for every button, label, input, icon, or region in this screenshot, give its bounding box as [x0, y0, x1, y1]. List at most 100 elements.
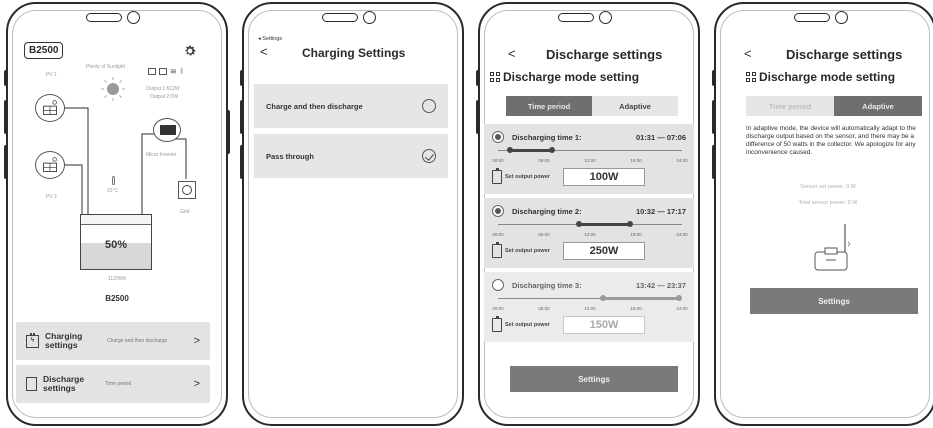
output-power-field[interactable]: 100W	[563, 168, 645, 186]
slider-start-handle[interactable]	[600, 295, 607, 301]
time-range-slider[interactable]	[498, 147, 682, 153]
settings-button[interactable]: Settings	[510, 366, 678, 392]
slot-start: 01:31	[635, 132, 656, 142]
tick-label: 18:00	[630, 158, 642, 163]
back-button[interactable]: <	[744, 46, 752, 61]
slider-range	[509, 149, 553, 152]
option-label: Charge and then discharge	[266, 101, 363, 111]
tick-label: 12:00	[584, 232, 596, 237]
tick-label: 24:00	[676, 306, 688, 311]
camera-icon	[835, 11, 848, 24]
discharge-slot-1[interactable]: Discharging time 1: 01:31 — 07:06 00:00 06:…	[484, 124, 694, 194]
discharge-slot-3[interactable]: Discharging time 3: 13:42 — 23:37 00:00 06:…	[484, 272, 694, 342]
back-button[interactable]: <	[508, 46, 516, 61]
page-title: Charging Settings	[302, 46, 406, 60]
tick-label: 06:00	[538, 158, 550, 163]
slot-radio-icon[interactable]	[492, 205, 504, 217]
set-output-power-label: Set output power	[505, 174, 550, 180]
page-title: Discharge settings	[786, 47, 903, 62]
slot-start: 13:42	[635, 280, 656, 290]
time-range-slider[interactable]	[498, 221, 682, 227]
slider-ticks: 00:00 06:00 12:00 18:00 24:00	[492, 306, 688, 314]
battery-unit[interactable]: 50%	[80, 214, 152, 270]
slider-end-handle[interactable]	[676, 295, 683, 301]
tick-label: 00:00	[492, 306, 504, 311]
slider-start-handle[interactable]	[506, 147, 513, 153]
charging-settings-label: Charging settings	[45, 330, 83, 350]
sensor-set-power: Sensor set power: 0 W	[800, 184, 856, 190]
phone-frame-discharge-adaptive: < Discharge settings Discharge mode sett…	[714, 2, 933, 426]
tick-label: 12:00	[584, 158, 596, 163]
discharge-settings-row[interactable]: Discharge settings Time period >	[16, 365, 210, 403]
battery-output-icon	[492, 316, 502, 332]
grid-icon[interactable]	[178, 181, 196, 199]
slider-end-handle[interactable]	[627, 221, 634, 227]
camera-icon	[363, 11, 376, 24]
battery-output-icon	[492, 168, 502, 184]
breadcrumb[interactable]: ◂ Settings	[258, 36, 282, 42]
battery-percent: 50%	[104, 239, 128, 251]
slot-name: Discharging time 3:	[512, 280, 582, 290]
slot-time-range[interactable]: 01:31 — 07:06	[636, 133, 686, 142]
option-charge-then-discharge[interactable]: Charge and then discharge	[254, 84, 448, 128]
micro-inverter-icon[interactable]	[153, 118, 181, 142]
tab-time-period[interactable]: Time period	[746, 96, 834, 116]
inverter-label: Micro Inverter	[146, 152, 177, 158]
slot-time-range[interactable]: 10:32 — 17:17	[636, 207, 686, 216]
discharge-icon	[26, 377, 37, 391]
slot-radio-icon[interactable]	[492, 279, 504, 291]
thermometer-icon	[112, 176, 115, 185]
tab-time-period[interactable]: Time period	[506, 96, 592, 116]
section-title: Discharge mode setting	[490, 70, 639, 84]
slot-end: 07:06	[666, 132, 686, 142]
sensor-device-icon	[812, 222, 852, 274]
slider-end-handle[interactable]	[549, 147, 556, 153]
slot-time-range[interactable]: 13:42 — 23:37	[636, 281, 686, 290]
tab-adaptive[interactable]: Adaptive	[834, 96, 922, 116]
tick-label: 06:00	[538, 232, 550, 237]
tick-label: 24:00	[676, 158, 688, 163]
slot-end: 23:37	[666, 280, 686, 290]
side-button	[4, 100, 8, 134]
discharge-settings-value: Time period	[105, 381, 132, 387]
tick-label: 18:00	[630, 306, 642, 311]
settings-button[interactable]: Settings	[750, 288, 918, 314]
chevron-right-icon: >	[193, 378, 200, 390]
back-button[interactable]: <	[260, 44, 268, 59]
mode-grid-icon	[746, 72, 756, 82]
tab-adaptive[interactable]: Adaptive	[592, 96, 678, 116]
slider-start-handle[interactable]	[575, 221, 582, 227]
slot-radio-icon[interactable]	[492, 131, 504, 143]
tick-label: 00:00	[492, 158, 504, 163]
tick-label: 24:00	[676, 232, 688, 237]
battery-output-icon	[492, 242, 502, 258]
slot-name: Discharging time 2:	[512, 206, 582, 216]
charging-settings-row[interactable]: ϟ Charging settings Charge and then disc…	[16, 322, 210, 360]
side-button	[226, 110, 230, 154]
mode-tabs: Time period Adaptive	[506, 96, 678, 116]
section-title-text: Discharge mode setting	[759, 70, 896, 84]
tick-label: 06:00	[538, 306, 550, 311]
slider-range	[578, 223, 631, 226]
time-range-slider[interactable]	[498, 295, 683, 301]
section-title-text: Discharge mode setting	[503, 70, 640, 84]
phone-frame-discharge-time: < Discharge settings Discharge mode sett…	[478, 2, 700, 426]
slider-ticks: 00:00 06:00 12:00 18:00 24:00	[492, 232, 688, 240]
discharge-settings-label: Discharge settings	[43, 373, 85, 393]
output-power-field[interactable]: 150W	[563, 316, 645, 334]
option-pass-through[interactable]: Pass through	[254, 134, 448, 178]
charging-icon: ϟ	[26, 332, 39, 348]
device-name: B2500	[105, 294, 129, 303]
tick-label: 12:00	[584, 306, 596, 311]
radio-checked-icon[interactable]	[422, 149, 436, 163]
slot-name: Discharging time 1:	[512, 132, 582, 142]
discharge-slot-2[interactable]: Discharging time 2: 10:32 — 17:17 00:00 06:…	[484, 198, 694, 268]
page-title: Discharge settings	[546, 47, 663, 62]
mode-grid-icon	[490, 72, 500, 82]
total-sensor-power: Total sensor power: 0 W	[798, 200, 858, 206]
output-power-field[interactable]: 250W	[563, 242, 645, 260]
radio-unchecked-icon[interactable]	[422, 99, 436, 113]
slot-dash: —	[657, 132, 665, 142]
tick-label: 00:00	[492, 232, 504, 237]
slot-dash: —	[657, 206, 665, 216]
